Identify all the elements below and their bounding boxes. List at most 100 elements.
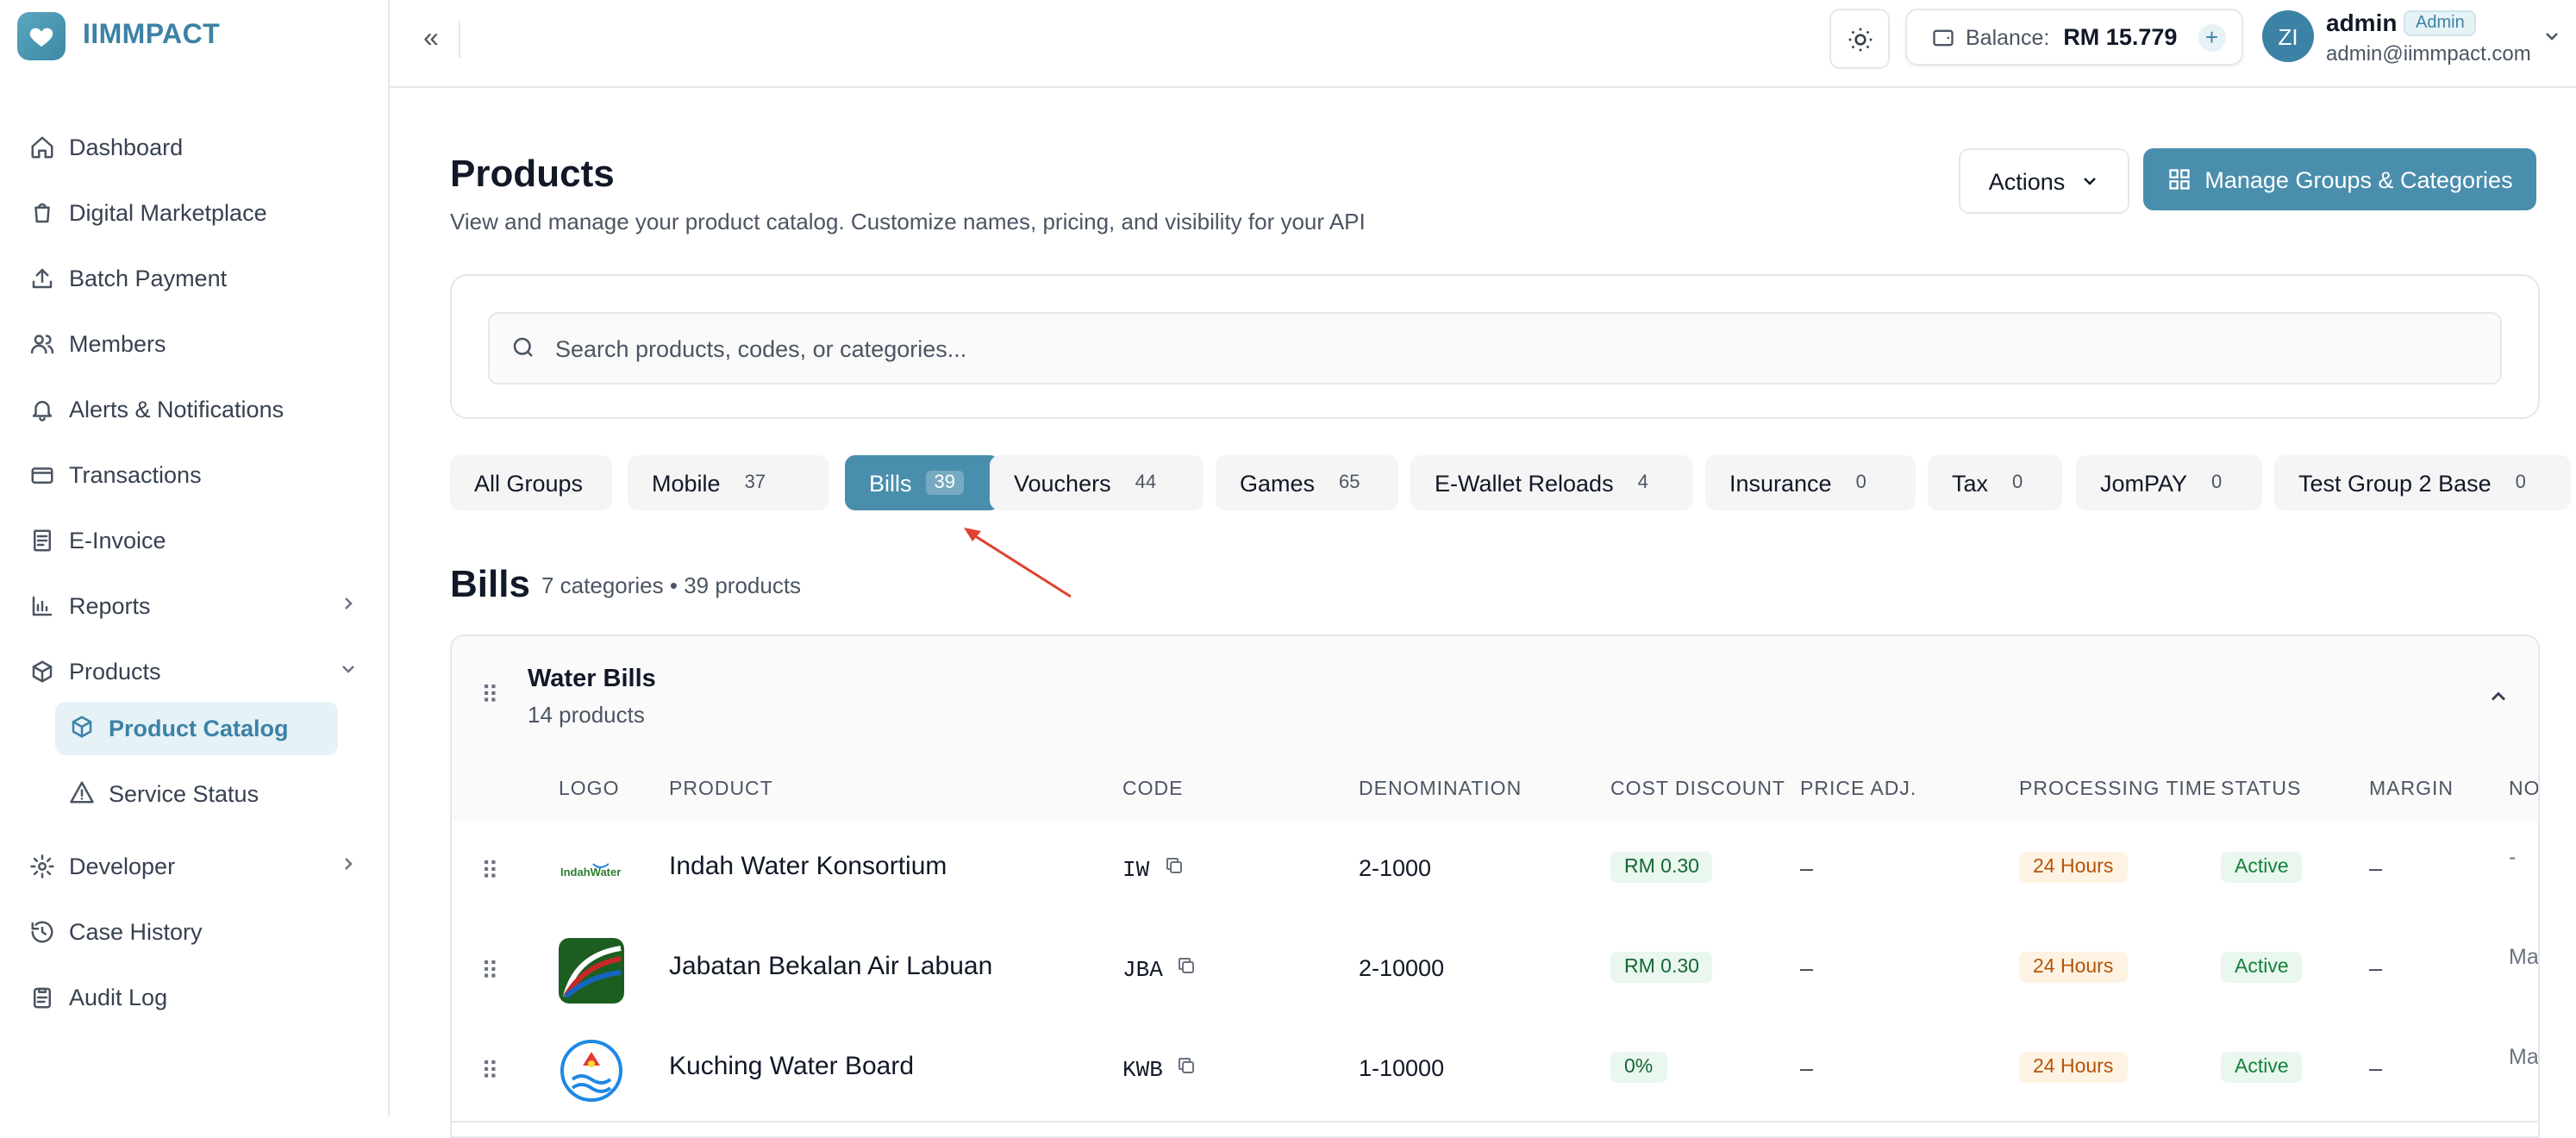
tab-e-wallet-reloads[interactable]: E-Wallet Reloads 4: [1410, 455, 1693, 510]
price-adjustment: –: [1800, 855, 1814, 881]
copy-icon[interactable]: [1177, 955, 1197, 983]
double-chevron-left-icon: «: [423, 24, 439, 53]
note-cell: -: [2509, 845, 2517, 869]
wallet-icon: [1933, 28, 1954, 46]
status-badge: Active: [2221, 952, 2303, 983]
status-badge: Active: [2221, 852, 2303, 883]
user-role-badge: Admin: [2404, 10, 2477, 36]
sidebar-item-batch-payment[interactable]: Batch Payment: [28, 252, 359, 303]
annotation-arrow: [964, 528, 1072, 598]
sidebar-item-reports[interactable]: Reports: [28, 579, 359, 631]
status-badge: Active: [2221, 1052, 2303, 1083]
shopping-bag-icon: [28, 198, 55, 226]
tab-bills[interactable]: Bills 39: [845, 455, 1000, 510]
avatar[interactable]: ZI: [2262, 10, 2314, 62]
upload-icon: [28, 264, 55, 291]
product-logo: IndahWater: [559, 838, 624, 904]
tab-insurance[interactable]: Insurance 0: [1705, 455, 1916, 510]
chevron-up-icon[interactable]: [2486, 685, 2510, 717]
collapse-sidebar-button[interactable]: «: [414, 22, 448, 57]
drag-handle-icon[interactable]: ⠿: [481, 957, 501, 986]
column-header: PRICE ADJ.: [1800, 779, 1917, 800]
tab-test-group-2-base[interactable]: Test Group 2 Base 0: [2274, 455, 2571, 510]
tab-label: Vouchers: [1014, 470, 1111, 496]
tab-vouchers[interactable]: Vouchers 44: [990, 455, 1204, 510]
grid-icon: [2168, 169, 2190, 190]
tab-count-badge: 4: [1637, 472, 1648, 493]
tab-mobile[interactable]: Mobile 37: [628, 455, 829, 510]
table-row[interactable]: ⠿ Jabatan Bekalan Air Labuan JBA 2-10000 RM …: [452, 921, 2538, 1022]
category-name: Water Bills: [528, 666, 656, 693]
tab-count-badge: 0: [1855, 472, 1866, 493]
sidebar-item-label: Reports: [69, 592, 151, 618]
price-adjustment: –: [1800, 955, 1814, 981]
sidebar-item-audit-log[interactable]: Audit Log: [28, 971, 359, 1022]
sidebar-item-digital-marketplace[interactable]: Digital Marketplace: [28, 186, 359, 238]
column-header: PRODUCT: [669, 779, 773, 800]
tab-label: E-Wallet Reloads: [1435, 470, 1614, 496]
search-box: [488, 312, 2502, 385]
package-icon: [69, 713, 95, 744]
product-name: Indah Water Konsortium: [669, 852, 947, 881]
manage-groups-label: Manage Groups & Categories: [2204, 166, 2513, 192]
sidebar-item-products[interactable]: Products: [28, 645, 359, 697]
sidebar-item-e-invoice[interactable]: E-Invoice: [28, 514, 359, 566]
sidebar-item-label: Audit Log: [69, 984, 168, 1010]
drag-handle-icon[interactable]: ⠿: [481, 857, 501, 886]
svg-text:IndahWater: IndahWater: [560, 866, 621, 879]
table-row[interactable]: ⠿ IndahWater Indah Water Konsortium IW 2-100…: [452, 821, 2538, 922]
sidebar-item-dashboard[interactable]: Dashboard: [28, 121, 359, 172]
theme-toggle-button[interactable]: [1829, 9, 1890, 69]
tab-label: Insurance: [1729, 470, 1832, 496]
sidebar-item-label: Products: [69, 658, 161, 684]
tab-label: All Groups: [474, 470, 584, 496]
column-header: NO: [2509, 779, 2540, 800]
sidebar-item-transactions[interactable]: Transactions: [28, 448, 359, 500]
balance-widget[interactable]: Balance: RM 15.779 +: [1905, 9, 2243, 66]
sidebar-item-members[interactable]: Members: [28, 317, 359, 369]
product-code: IW: [1122, 855, 1184, 883]
manage-groups-button[interactable]: Manage Groups & Categories: [2143, 148, 2536, 210]
copy-icon[interactable]: [1163, 855, 1184, 883]
category-count: 14 products: [528, 702, 645, 728]
add-balance-button[interactable]: +: [2198, 23, 2226, 51]
sidebar-subitem-product-catalog[interactable]: Product Catalog: [55, 702, 338, 755]
tab-count-badge: 37: [744, 472, 766, 493]
product-logo: [559, 1038, 624, 1104]
tab-tax[interactable]: Tax 0: [1928, 455, 2062, 510]
category-card: ⠿ Water Bills 14 products LOGO PRODUCT COD…: [450, 635, 2540, 1138]
sidebar-item-label: Case History: [69, 918, 203, 944]
sidebar-item-developer[interactable]: Developer: [28, 840, 359, 891]
margin: –: [2369, 1055, 2383, 1081]
sidebar-item-label: Batch Payment: [69, 265, 228, 291]
table-row[interactable]: ⠿ Kuching Water Board KWB 1-10000 0% – 24 Hour…: [452, 1021, 2538, 1122]
tab-count-badge: 0: [2515, 472, 2526, 493]
tab-count-badge: 65: [1339, 472, 1360, 493]
tab-jompay[interactable]: JomPAY 0: [2076, 455, 2262, 510]
sidebar-item-alerts-notifications[interactable]: Alerts & Notifications: [28, 383, 359, 435]
denomination: 1-10000: [1359, 1055, 1445, 1081]
sidebar-item-case-history[interactable]: Case History: [28, 905, 359, 957]
category-header[interactable]: ⠿ Water Bills 14 products: [452, 636, 2538, 759]
drag-handle-icon[interactable]: ⠿: [481, 1057, 501, 1086]
search-input[interactable]: [552, 314, 2455, 383]
page-title: Products: [450, 152, 615, 195]
tab-label: Tax: [1952, 470, 1989, 496]
brand[interactable]: IIMMPACT: [17, 12, 220, 60]
note-cell: Ma: [2509, 945, 2539, 969]
user-menu-chevron-icon[interactable]: [2542, 24, 2562, 55]
users-icon: [28, 329, 55, 357]
tab-all-groups[interactable]: All Groups: [450, 455, 612, 510]
balance-label: Balance:: [1966, 25, 2050, 49]
copy-icon[interactable]: [1177, 1055, 1197, 1083]
tab-games[interactable]: Games 65: [1216, 455, 1398, 510]
section-meta: 7 categories • 39 products: [541, 572, 802, 598]
actions-button[interactable]: Actions: [1959, 148, 2129, 214]
sidebar-subitem-service-status[interactable]: Service Status: [55, 767, 338, 821]
drag-handle-icon[interactable]: ⠿: [481, 681, 501, 710]
denomination: 2-10000: [1359, 955, 1445, 981]
credit-card-icon: [28, 460, 55, 488]
sun-icon: [1848, 27, 1872, 51]
tab-label: Mobile: [652, 470, 721, 496]
sidebar-item-label: Members: [69, 330, 166, 356]
